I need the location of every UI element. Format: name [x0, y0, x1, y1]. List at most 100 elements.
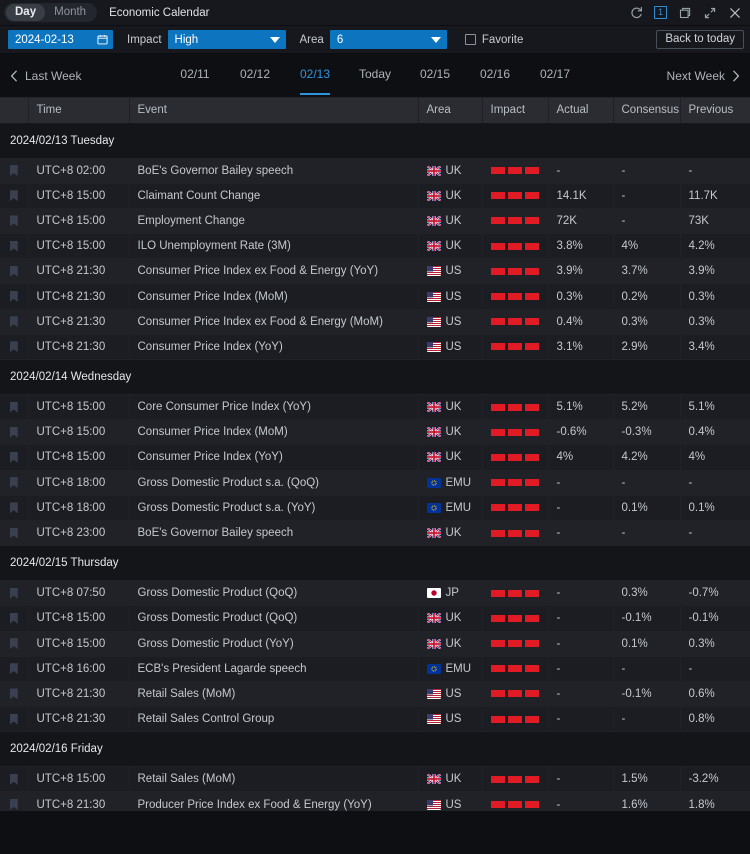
- table-row[interactable]: UTC+8 15:00Core Consumer Price Index (Yo…: [0, 395, 750, 420]
- bookmark-icon[interactable]: [10, 588, 18, 599]
- refresh-icon[interactable]: [629, 6, 643, 20]
- day-tab-0217[interactable]: 02/17: [539, 67, 571, 84]
- table-row[interactable]: UTC+8 21:30Consumer Price Index ex Food …: [0, 259, 750, 284]
- calendar-table-container[interactable]: Time Event Area Impact Actual Consensus …: [0, 98, 750, 811]
- table-row[interactable]: UTC+8 15:00Retail Sales (MoM)UK-1.5%-3.2…: [0, 767, 750, 792]
- window-count-badge[interactable]: 1: [654, 6, 667, 19]
- cell-event[interactable]: Producer Price Index ex Food & Energy (Y…: [129, 792, 418, 811]
- table-row[interactable]: UTC+8 15:00Claimant Count ChangeUK14.1K-…: [0, 183, 750, 208]
- view-mode-segmented-control[interactable]: Day Month: [4, 3, 97, 22]
- bookmark-icon[interactable]: [10, 316, 18, 327]
- column-header-bookmark[interactable]: [0, 98, 28, 123]
- bookmark-icon[interactable]: [10, 452, 18, 463]
- column-header-previous[interactable]: Previous: [680, 98, 750, 123]
- row-bookmark-cell[interactable]: [0, 707, 28, 732]
- column-header-consensus[interactable]: Consensus: [613, 98, 680, 123]
- cell-event[interactable]: Employment Change: [129, 208, 418, 233]
- bookmark-icon[interactable]: [10, 613, 18, 624]
- column-header-actual[interactable]: Actual: [548, 98, 613, 123]
- cell-event[interactable]: Consumer Price Index (MoM): [129, 420, 418, 445]
- next-week-button[interactable]: Next Week: [667, 69, 740, 83]
- table-row[interactable]: UTC+8 15:00Gross Domestic Product (YoY)U…: [0, 631, 750, 656]
- bookmark-icon[interactable]: [10, 528, 18, 539]
- cell-event[interactable]: ILO Unemployment Rate (3M): [129, 234, 418, 259]
- cell-event[interactable]: ECB's President Lagarde speech: [129, 656, 418, 681]
- cell-event[interactable]: Gross Domestic Product (YoY): [129, 631, 418, 656]
- row-bookmark-cell[interactable]: [0, 309, 28, 334]
- bookmark-icon[interactable]: [10, 241, 18, 252]
- day-tab-0213[interactable]: 02/13: [299, 67, 331, 84]
- bookmark-icon[interactable]: [10, 165, 18, 176]
- row-bookmark-cell[interactable]: [0, 470, 28, 495]
- row-bookmark-cell[interactable]: [0, 234, 28, 259]
- cell-event[interactable]: Consumer Price Index ex Food & Energy (M…: [129, 309, 418, 334]
- area-select[interactable]: 6: [330, 30, 447, 49]
- row-bookmark-cell[interactable]: [0, 681, 28, 706]
- bookmark-icon[interactable]: [10, 714, 18, 725]
- day-tab-0215[interactable]: 02/15: [419, 67, 451, 84]
- restore-window-icon[interactable]: [678, 6, 692, 20]
- cell-event[interactable]: BoE's Governor Bailey speech: [129, 158, 418, 183]
- table-row[interactable]: UTC+8 21:30Consumer Price Index (MoM)US0…: [0, 284, 750, 309]
- column-header-impact[interactable]: Impact: [482, 98, 548, 123]
- table-row[interactable]: UTC+8 21:30Consumer Price Index ex Food …: [0, 309, 750, 334]
- bookmark-icon[interactable]: [10, 427, 18, 438]
- row-bookmark-cell[interactable]: [0, 767, 28, 792]
- bookmark-icon[interactable]: [10, 341, 18, 352]
- row-bookmark-cell[interactable]: [0, 445, 28, 470]
- row-bookmark-cell[interactable]: [0, 420, 28, 445]
- table-row[interactable]: UTC+8 15:00Gross Domestic Product (QoQ)U…: [0, 606, 750, 631]
- tab-month[interactable]: Month: [45, 4, 95, 21]
- column-header-time[interactable]: Time: [28, 98, 129, 123]
- cell-event[interactable]: Gross Domestic Product (QoQ): [129, 581, 418, 606]
- row-bookmark-cell[interactable]: [0, 284, 28, 309]
- bookmark-icon[interactable]: [10, 266, 18, 277]
- bookmark-icon[interactable]: [10, 799, 18, 810]
- row-bookmark-cell[interactable]: [0, 158, 28, 183]
- bookmark-icon[interactable]: [10, 502, 18, 513]
- table-row[interactable]: UTC+8 15:00Employment ChangeUK72K-73K: [0, 208, 750, 233]
- table-row[interactable]: UTC+8 21:30Retail Sales (MoM)US--0.1%0.6…: [0, 681, 750, 706]
- column-header-area[interactable]: Area: [418, 98, 482, 123]
- bookmark-icon[interactable]: [10, 215, 18, 226]
- favorite-checkbox[interactable]: Favorite: [465, 34, 524, 46]
- bookmark-icon[interactable]: [10, 688, 18, 699]
- row-bookmark-cell[interactable]: [0, 520, 28, 545]
- day-tab-0216[interactable]: 02/16: [479, 67, 511, 84]
- bookmark-icon[interactable]: [10, 402, 18, 413]
- table-row[interactable]: UTC+8 21:30Consumer Price Index (YoY)US3…: [0, 334, 750, 359]
- back-to-today-button[interactable]: Back to today: [656, 30, 744, 49]
- table-row[interactable]: UTC+8 07:50Gross Domestic Product (QoQ)J…: [0, 581, 750, 606]
- day-tab-0212[interactable]: 02/12: [239, 67, 271, 84]
- day-tab-today[interactable]: Today: [359, 67, 391, 84]
- cell-event[interactable]: Gross Domestic Product s.a. (QoQ): [129, 470, 418, 495]
- table-row[interactable]: UTC+8 18:00Gross Domestic Product s.a. (…: [0, 495, 750, 520]
- table-row[interactable]: UTC+8 21:30Retail Sales Control GroupUS-…: [0, 707, 750, 732]
- bookmark-icon[interactable]: [10, 774, 18, 785]
- row-bookmark-cell[interactable]: [0, 208, 28, 233]
- cell-event[interactable]: BoE's Governor Bailey speech: [129, 520, 418, 545]
- row-bookmark-cell[interactable]: [0, 631, 28, 656]
- cell-event[interactable]: Retail Sales (MoM): [129, 681, 418, 706]
- row-bookmark-cell[interactable]: [0, 606, 28, 631]
- day-tab-0211[interactable]: 02/11: [179, 67, 211, 84]
- table-row[interactable]: UTC+8 23:00BoE's Governor Bailey speechU…: [0, 520, 750, 545]
- cell-event[interactable]: Claimant Count Change: [129, 183, 418, 208]
- table-row[interactable]: UTC+8 15:00Consumer Price Index (MoM)UK-…: [0, 420, 750, 445]
- bookmark-icon[interactable]: [10, 477, 18, 488]
- bookmark-icon[interactable]: [10, 291, 18, 302]
- cell-event[interactable]: Gross Domestic Product (QoQ): [129, 606, 418, 631]
- impact-select[interactable]: High: [168, 30, 286, 49]
- table-row[interactable]: UTC+8 15:00ILO Unemployment Rate (3M)UK3…: [0, 234, 750, 259]
- bookmark-icon[interactable]: [10, 663, 18, 674]
- row-bookmark-cell[interactable]: [0, 792, 28, 811]
- table-row[interactable]: UTC+8 15:00Consumer Price Index (YoY)UK4…: [0, 445, 750, 470]
- row-bookmark-cell[interactable]: [0, 495, 28, 520]
- cell-event[interactable]: Gross Domestic Product s.a. (YoY): [129, 495, 418, 520]
- cell-event[interactable]: Retail Sales Control Group: [129, 707, 418, 732]
- cell-event[interactable]: Consumer Price Index ex Food & Energy (Y…: [129, 259, 418, 284]
- date-picker[interactable]: 2024-02-13: [8, 30, 113, 49]
- table-row[interactable]: UTC+8 21:30Producer Price Index ex Food …: [0, 792, 750, 811]
- row-bookmark-cell[interactable]: [0, 334, 28, 359]
- cell-event[interactable]: Consumer Price Index (YoY): [129, 445, 418, 470]
